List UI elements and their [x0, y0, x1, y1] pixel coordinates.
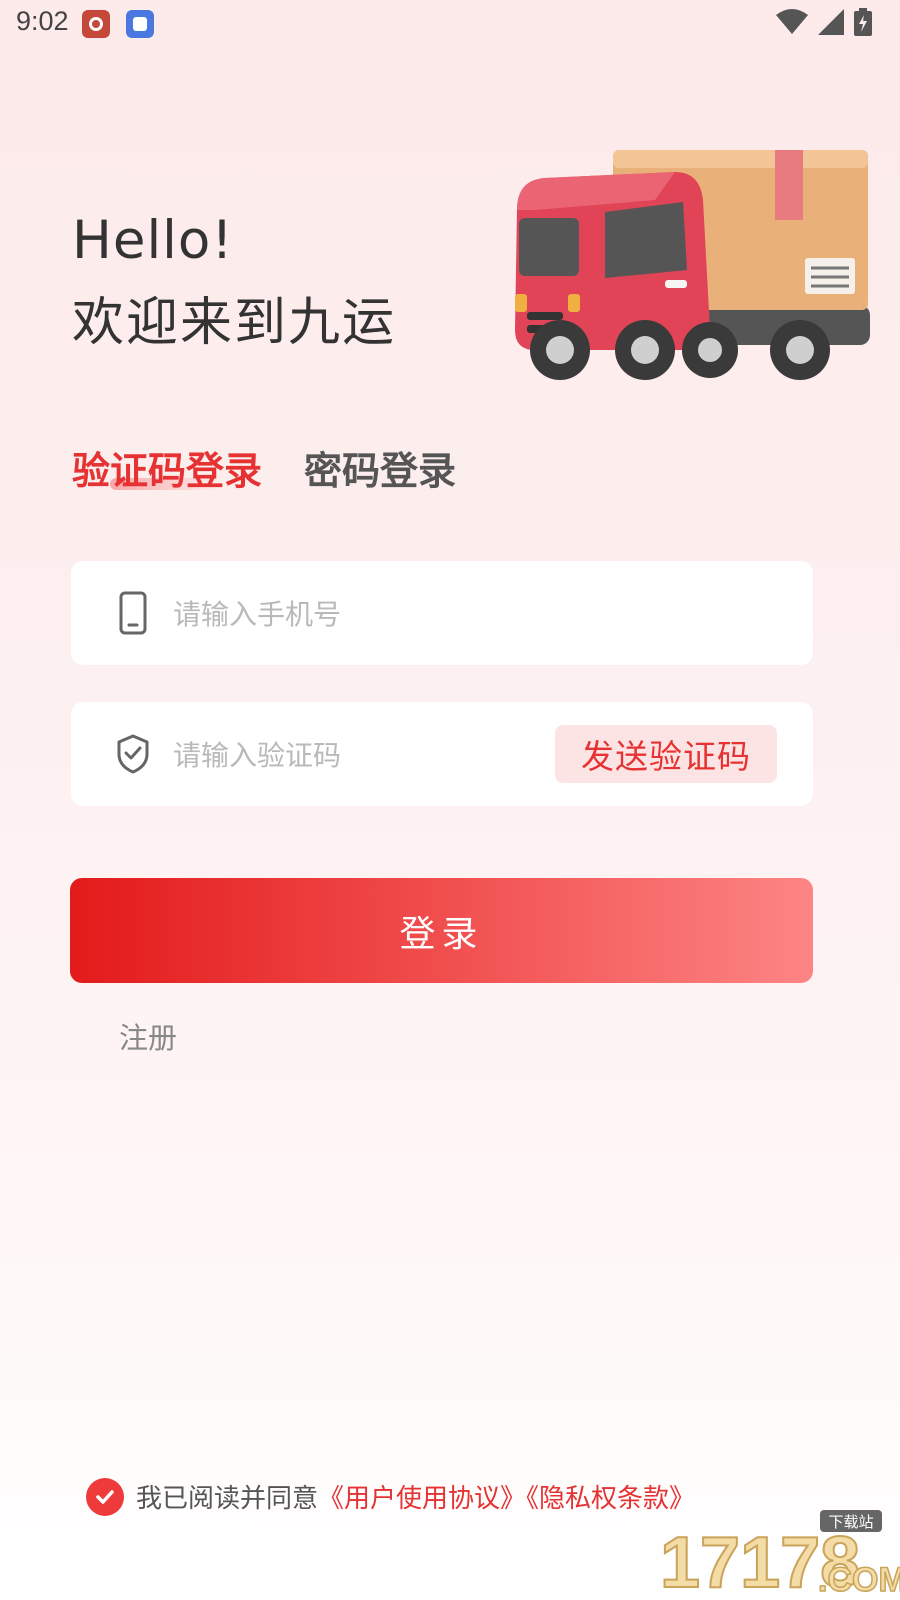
site-watermark-logo: 17178 下载站 .COM	[660, 1510, 900, 1600]
notification-app-icon	[82, 10, 110, 38]
delivery-truck-illustration	[515, 150, 870, 380]
wifi-icon	[776, 9, 808, 34]
register-link[interactable]: 注册	[119, 1015, 177, 1057]
user-agreement-link[interactable]: 《用户使用协议》	[318, 1484, 526, 1514]
battery-icon	[854, 8, 872, 36]
tab-sms-login[interactable]: 验证码登录	[72, 440, 262, 495]
watermark-tag: 下载站	[828, 1513, 873, 1531]
login-button[interactable]: 登录	[70, 878, 813, 983]
system-icons	[776, 8, 872, 36]
hello-heading: Hello!	[72, 210, 234, 271]
shield-check-icon	[117, 734, 149, 774]
phone-field[interactable]	[71, 561, 813, 665]
agreement-text: 我已阅读并同意《用户使用协议》《隐私权条款》	[136, 1478, 695, 1515]
tab-password-login[interactable]: 密码登录	[304, 440, 456, 495]
agreement-checkbox[interactable]	[86, 1478, 124, 1516]
notification-app-icon-2	[126, 10, 154, 38]
signal-icon	[818, 9, 844, 35]
agreement-prefix: 我已阅读并同意	[136, 1484, 319, 1514]
watermark-domain: .COM	[818, 1561, 900, 1599]
status-time: 9:02	[16, 6, 69, 36]
phone-icon	[119, 591, 147, 635]
welcome-heading: 欢迎来到九运	[72, 293, 397, 353]
verification-code-input[interactable]	[171, 728, 575, 782]
verification-code-field[interactable]: 发送验证码	[71, 702, 813, 806]
send-code-button[interactable]: 发送验证码	[555, 725, 777, 783]
phone-input[interactable]	[171, 587, 575, 641]
check-icon	[96, 1490, 114, 1504]
